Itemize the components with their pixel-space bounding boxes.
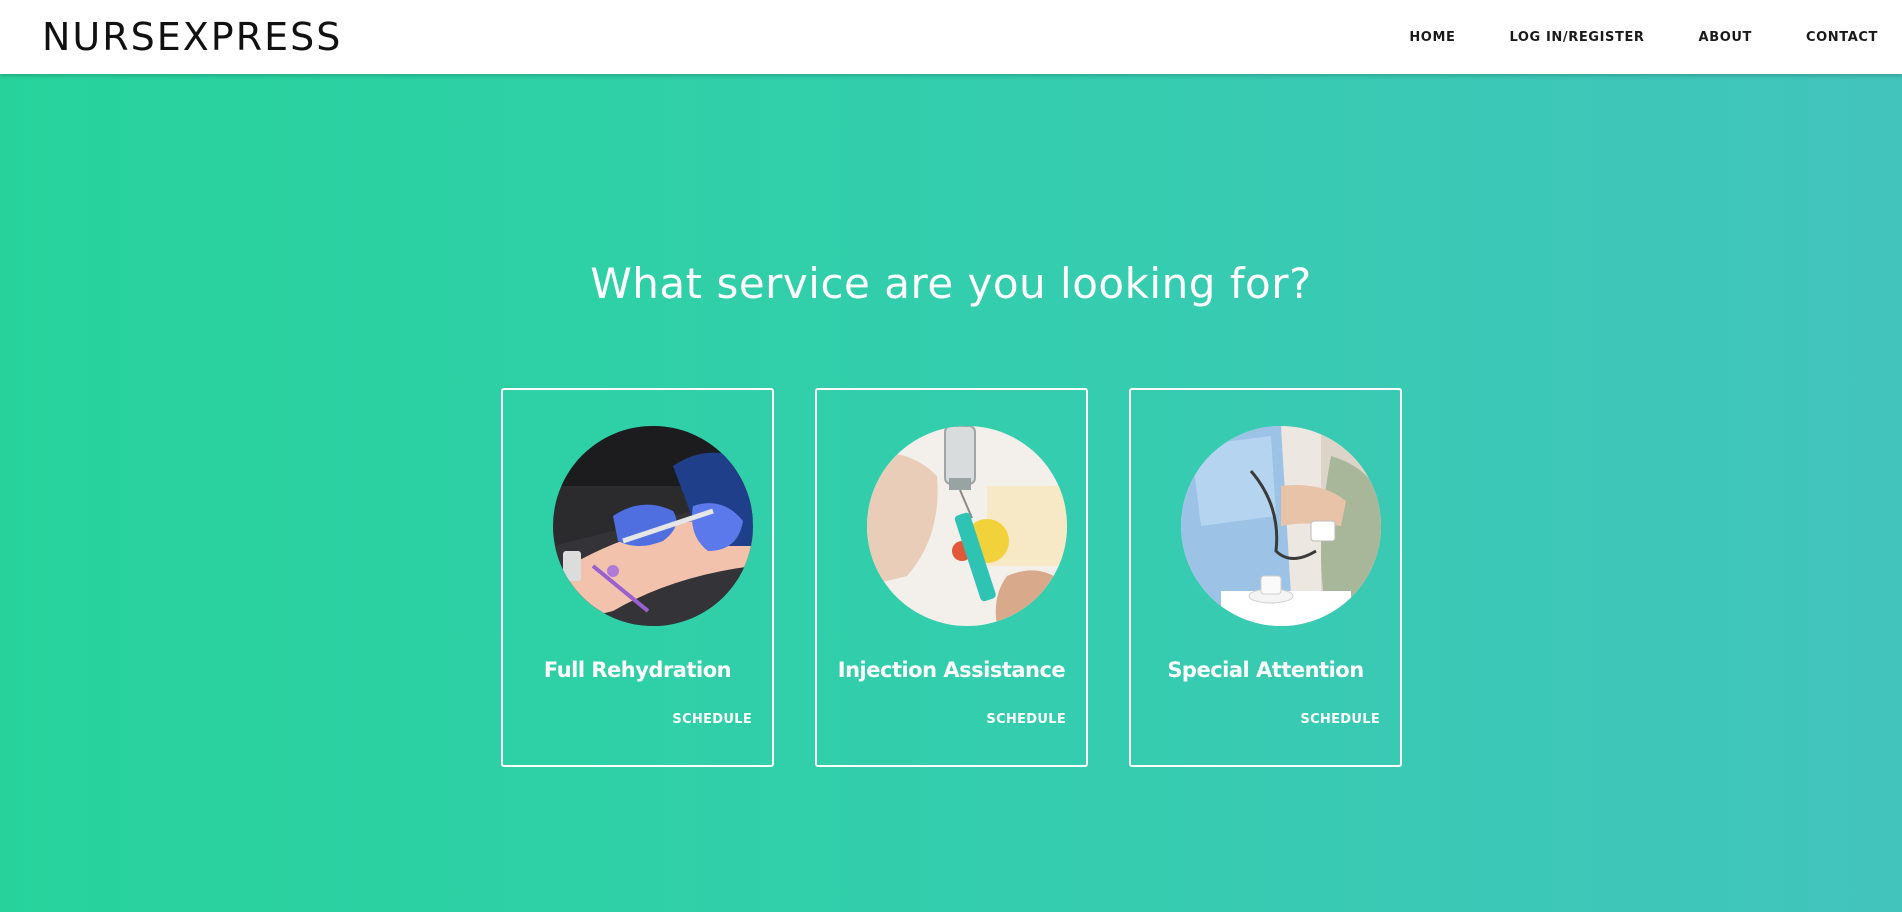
top-navbar: NURSEXPRESS HOME LOG IN/REGISTER ABOUT C… bbox=[0, 0, 1902, 74]
page-heading: What service are you looking for? bbox=[590, 259, 1312, 308]
brand-logo[interactable]: NURSEXPRESS bbox=[42, 14, 342, 60]
injection-photo bbox=[867, 426, 1067, 626]
special-attention-photo bbox=[1181, 426, 1381, 626]
schedule-injection-link[interactable]: SCHEDULE bbox=[986, 712, 1066, 727]
schedule-rehydration-link[interactable]: SCHEDULE bbox=[672, 712, 752, 727]
nav-login-register-link[interactable]: LOG IN/REGISTER bbox=[1482, 30, 1671, 45]
schedule-special-attention-link[interactable]: SCHEDULE bbox=[1300, 712, 1380, 727]
rehydration-photo bbox=[553, 426, 753, 626]
service-card-injection-assistance[interactable]: Injection Assistance SCHEDULE bbox=[815, 388, 1088, 767]
service-card-special-attention[interactable]: Special Attention SCHEDULE bbox=[1129, 388, 1402, 767]
nav-home-link[interactable]: HOME bbox=[1382, 30, 1482, 45]
nav-contact-link[interactable]: CONTACT bbox=[1779, 30, 1878, 45]
service-title: Special Attention bbox=[1167, 658, 1364, 682]
main-nav: HOME LOG IN/REGISTER ABOUT CONTACT bbox=[1382, 0, 1878, 74]
service-title: Full Rehydration bbox=[543, 658, 732, 682]
nav-about-link[interactable]: ABOUT bbox=[1672, 30, 1779, 45]
service-cards: Full Rehydration SCHEDULE Injection Assi… bbox=[501, 388, 1402, 767]
service-title: Injection Assistance bbox=[837, 658, 1066, 682]
service-card-full-rehydration[interactable]: Full Rehydration SCHEDULE bbox=[501, 388, 774, 767]
